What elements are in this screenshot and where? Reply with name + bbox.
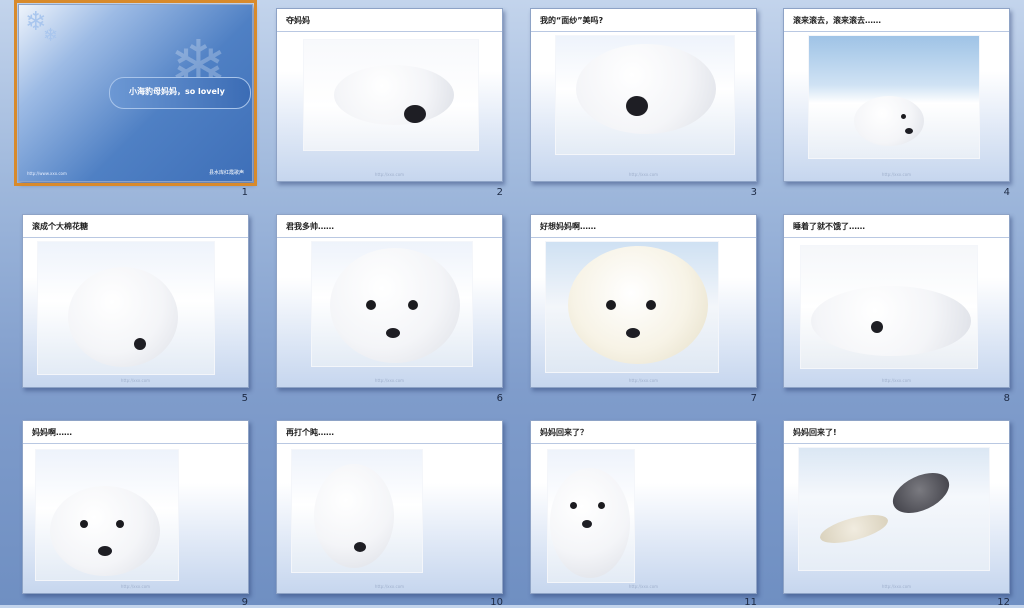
- slide-thumbnail-10[interactable]: 再打个盹…… http://xxx.com: [276, 420, 503, 594]
- title-divider: [784, 443, 1009, 444]
- slide-number: 5: [241, 393, 248, 404]
- slide-photo: [303, 39, 479, 151]
- slide-footer: http://xxx.com: [881, 378, 912, 383]
- slide-photo: [37, 241, 215, 375]
- slide-footer: http://xxx.com: [628, 378, 659, 383]
- slide-footer: http://xxx.com: [628, 172, 659, 177]
- slide-photo: [808, 35, 980, 159]
- slide-title: 滚成个大棉花糖: [32, 222, 88, 231]
- slide-number: 11: [744, 597, 757, 608]
- slide-title: 妈妈啊……: [32, 428, 72, 437]
- slide-footer: http://xxx.com: [120, 378, 151, 383]
- slide-number: 1: [241, 187, 248, 198]
- slide-footer: http://xxx.com: [881, 584, 912, 589]
- slide-thumbnail-9[interactable]: 妈妈啊…… http://xxx.com: [22, 420, 249, 594]
- slide-photo: [291, 449, 423, 573]
- slide-thumbnail-1[interactable]: ❄ ❄ ❄ 小海豹母妈妈，so lovely http://www.xxx.co…: [14, 0, 257, 186]
- title-divider: [531, 443, 756, 444]
- slide-title: 我的“面纱”美吗?: [540, 16, 604, 25]
- slide-footer: http://xxx.com: [120, 584, 151, 589]
- slide-number: 12: [997, 597, 1010, 608]
- slide-thumbnail-5[interactable]: 滚成个大棉花糖 http://xxx.com: [22, 214, 249, 388]
- slide-photo: [555, 35, 735, 155]
- slide-footer: http://xxx.com: [374, 584, 405, 589]
- title-divider: [784, 31, 1009, 32]
- slide-number: 7: [750, 393, 757, 404]
- slide-thumbnail-7[interactable]: 好想妈妈啊…… http://xxx.com: [530, 214, 757, 388]
- slide-title: 再打个盹……: [286, 428, 334, 437]
- title-divider: [277, 31, 502, 32]
- title-divider: [531, 237, 756, 238]
- slide-footer: http://xxx.com: [881, 172, 912, 177]
- slide-photo: [798, 447, 990, 571]
- slide-photo: [35, 449, 179, 581]
- title-divider: [23, 443, 248, 444]
- title-divider: [531, 31, 756, 32]
- slide-title: 君我多帅……: [286, 222, 334, 231]
- slide-footer-right: 县水库红霞歌声: [208, 170, 244, 176]
- slide-title: 夺妈妈: [286, 16, 310, 25]
- slide-number: 9: [241, 597, 248, 608]
- slide-footer-left: http://www.xxx.com: [27, 171, 67, 176]
- title-divider: [277, 237, 502, 238]
- slide-number: 8: [1003, 393, 1010, 404]
- slide-title: 妈妈回来了？: [540, 428, 588, 437]
- slide-title: 妈妈回来了!: [793, 428, 837, 437]
- slide-number: 4: [1003, 187, 1010, 198]
- slide-footer: http://xxx.com: [628, 584, 659, 589]
- slide-photo: [800, 245, 978, 369]
- slide-title: 睡着了就不饿了……: [793, 222, 865, 231]
- slide-thumbnail-4[interactable]: 滚来滚去，滚来滚去…… http://xxx.com: [783, 8, 1010, 182]
- title-divider: [23, 237, 248, 238]
- slide-title: 好想妈妈啊……: [540, 222, 596, 231]
- slide-thumbnail-12[interactable]: 妈妈回来了! http://xxx.com: [783, 420, 1010, 594]
- slide-title: 小海豹母妈妈，so lovely: [129, 87, 225, 96]
- slide-thumbnail-2[interactable]: 夺妈妈 http://xxx.com: [276, 8, 503, 182]
- slide-title: 滚来滚去，滚来滚去……: [793, 16, 881, 25]
- slide-number: 10: [490, 597, 503, 608]
- slide-photo: [545, 241, 719, 373]
- slide-footer: http://xxx.com: [374, 378, 405, 383]
- slide-photo: [311, 241, 473, 367]
- slide-photo: [547, 449, 635, 583]
- slide-thumbnail-11[interactable]: 妈妈回来了？ http://xxx.com: [530, 420, 757, 594]
- slide-footer: http://xxx.com: [374, 172, 405, 177]
- title-divider: [277, 443, 502, 444]
- slide-thumbnail-6[interactable]: 君我多帅…… http://xxx.com: [276, 214, 503, 388]
- slide-number: 3: [750, 187, 757, 198]
- slide-thumbnail-8[interactable]: 睡着了就不饿了…… http://xxx.com: [783, 214, 1010, 388]
- slide-number: 6: [496, 393, 503, 404]
- title-divider: [784, 237, 1009, 238]
- slide-number: 2: [496, 187, 503, 198]
- snowflake-icon: ❄: [43, 25, 59, 46]
- slide-thumbnail-3[interactable]: 我的“面纱”美吗? http://xxx.com: [530, 8, 757, 182]
